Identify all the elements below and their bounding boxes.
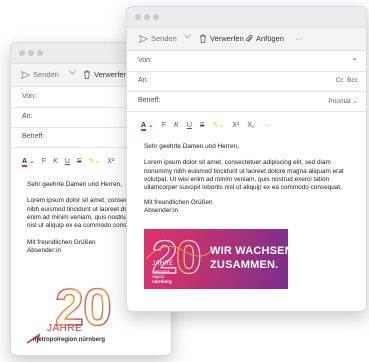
- subscript-button[interactable]: X₂: [247, 122, 254, 129]
- font-color-button[interactable]: A ⌄: [22, 157, 35, 167]
- from-label: Von:: [22, 93, 37, 100]
- discard-label: Verwerfen: [94, 70, 128, 79]
- trash-icon: [84, 70, 90, 79]
- italic-button[interactable]: K: [53, 158, 58, 165]
- anniversary-banner: 2 0 JAHRE metropol region nürnberg WIR W…: [144, 229, 288, 289]
- body-line: nibh euismod tincidunt ut laoreet do: [27, 205, 128, 213]
- strikethrough-button[interactable]: S: [200, 122, 205, 129]
- to-label: An:: [138, 77, 149, 84]
- font-color-button[interactable]: A ⌄: [141, 121, 154, 131]
- banner-headline-2: ZUSAMMEN.: [210, 259, 279, 271]
- logo-region: metropolregion nürnberg: [33, 337, 105, 343]
- cc-bcc-toggle[interactable]: Cc Bcc: [336, 77, 358, 84]
- strikethrough-button[interactable]: S: [77, 158, 82, 165]
- attach-button[interactable]: Anfügen: [245, 34, 284, 43]
- send-label: Senden: [151, 34, 177, 43]
- attach-label: Anfügen: [256, 34, 284, 43]
- priority-dropdown[interactable]: Priorität ⌄: [328, 97, 358, 105]
- to-label: An:: [22, 113, 33, 120]
- window-minimize-button[interactable]: [144, 14, 150, 20]
- svg-text:0: 0: [83, 279, 112, 337]
- body-line: nisl ut aliquip ex ea commodo consec: [27, 222, 134, 230]
- superscript-button[interactable]: X²: [107, 158, 114, 165]
- body-line: enim ad minim veniam, quis nostrud: [27, 213, 130, 221]
- more-format-button[interactable]: ···: [263, 122, 270, 129]
- window-close-button[interactable]: [19, 50, 25, 56]
- sender-text: Absender:in: [27, 246, 62, 254]
- greeting-text: Sehr geehrte Damen und Herren,: [144, 143, 239, 150]
- window-minimize-button[interactable]: [28, 50, 34, 56]
- underline-button[interactable]: U: [187, 122, 192, 129]
- send-icon: [21, 70, 30, 79]
- logo-jahre: JAHRE: [47, 323, 83, 334]
- front-compose-window: Senden Verwerfen Anfügen ··· Von: ⌃ An: …: [126, 6, 367, 312]
- superscript-button[interactable]: X²: [232, 122, 239, 129]
- discard-button[interactable]: Verwerfen: [199, 34, 244, 43]
- underline-button[interactable]: U: [65, 158, 70, 165]
- svg-text:0: 0: [176, 231, 202, 283]
- subject-label: Betreff:: [138, 97, 161, 104]
- chevron-down-icon: [69, 70, 76, 75]
- window-zoom-button[interactable]: [153, 14, 159, 20]
- trash-icon: [200, 34, 206, 43]
- chevron-down-icon: [184, 34, 191, 39]
- to-field-row[interactable]: An: Cc Bcc: [127, 71, 366, 92]
- window-close-button[interactable]: [135, 14, 141, 20]
- front-toolbar: Senden Verwerfen Anfügen ···: [127, 28, 366, 51]
- body-paragraph: Lorem ipsum dolor sit amet, consectetuer…: [144, 159, 344, 192]
- paperclip-icon: [245, 34, 253, 42]
- banner-region-3: nürnberg: [152, 279, 172, 284]
- from-field-row[interactable]: Von: ⌃: [127, 51, 366, 72]
- highlight-button[interactable]: ✎⌄: [213, 121, 225, 129]
- bold-button[interactable]: F: [42, 158, 46, 165]
- format-bar: A ⌄ F K U S ✎⌄ X²: [22, 157, 114, 167]
- discard-label: Verwerfen: [210, 34, 244, 43]
- metropolregion-logo: 2 0 JAHRE metropolregion nürnberg: [25, 278, 135, 349]
- format-bar: A ⌄ F K U S ✎⌄ X² X₂ ···: [141, 121, 270, 131]
- cc-button[interactable]: Cc: [336, 77, 344, 84]
- send-button[interactable]: Senden: [139, 34, 177, 43]
- more-button[interactable]: ···: [295, 34, 303, 43]
- collapse-fields-icon[interactable]: ⌃: [351, 57, 358, 66]
- italic-button[interactable]: K: [174, 122, 179, 129]
- highlight-button[interactable]: ✎⌄: [89, 157, 101, 165]
- subject-field-row[interactable]: Betreff: Priorität ⌄: [127, 91, 366, 112]
- from-label: Von:: [138, 57, 153, 64]
- discard-button[interactable]: Verwerfen: [83, 70, 128, 79]
- priority-label: Priorität: [328, 98, 351, 105]
- send-icon: [139, 34, 148, 43]
- send-options-chevron[interactable]: [69, 70, 76, 75]
- closing-text: Mit freundlichen Grüßen: [27, 238, 96, 246]
- send-label: Senden: [33, 70, 59, 79]
- window-zoom-button[interactable]: [37, 50, 43, 56]
- banner-headline-1: WIR WACHSEN: [210, 245, 288, 257]
- bold-button[interactable]: F: [162, 122, 166, 129]
- banner-jahre: JAHRE: [152, 261, 174, 267]
- closing-text: Mit freundlichen Grüßen: [144, 198, 213, 206]
- bcc-button[interactable]: Bcc: [347, 77, 358, 84]
- subject-label: Betreff:: [22, 133, 45, 140]
- send-options-chevron[interactable]: [184, 34, 191, 39]
- body-line: Lorem ipsum dolor sit amet, consecte: [27, 197, 134, 205]
- send-button[interactable]: Senden: [21, 70, 59, 79]
- front-titlebar: [127, 7, 366, 28]
- sender-text: Absender:in: [144, 206, 179, 214]
- front-message-body[interactable]: Sehr geehrte Damen und Herren, Lorem ips…: [144, 143, 356, 220]
